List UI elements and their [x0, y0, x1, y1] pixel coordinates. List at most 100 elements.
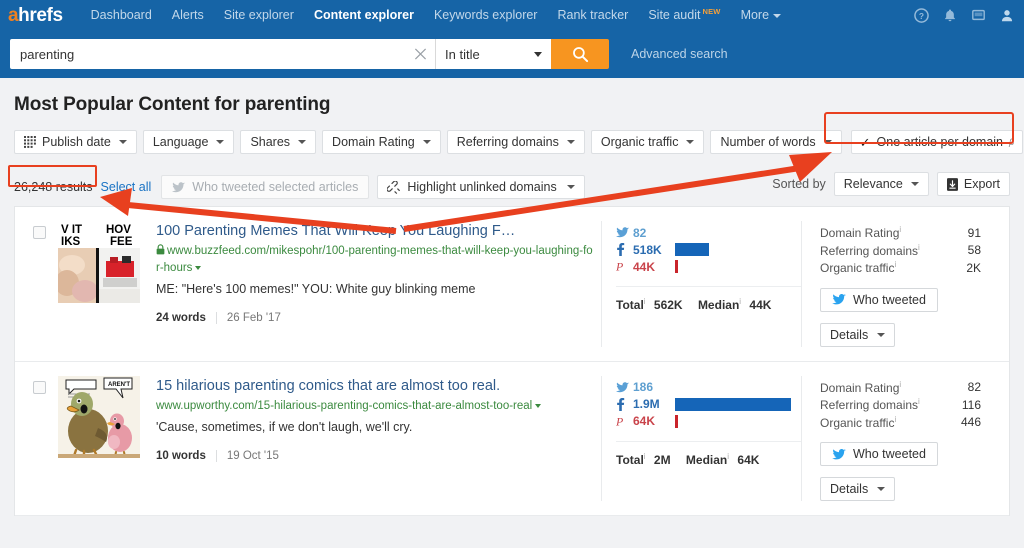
- filter-publish-date[interactable]: Publish date: [14, 130, 137, 154]
- sort-select[interactable]: Relevance: [833, 172, 929, 196]
- nav-item-site-explorer[interactable]: Site explorer: [214, 8, 304, 22]
- twitter-share-bar: [675, 226, 801, 239]
- filter-number-of-words-label: Number of words: [720, 135, 816, 149]
- facebook-icon: [616, 243, 633, 256]
- info-icon[interactable]: i: [899, 380, 901, 389]
- export-button[interactable]: Export: [936, 172, 1010, 196]
- info-icon[interactable]: i: [899, 225, 901, 234]
- filter-language-label: Language: [152, 135, 209, 149]
- nav-item-rank-tracker[interactable]: Rank tracker: [547, 8, 638, 22]
- result-url[interactable]: www.buzzfeed.com/mikespohr/100-parenting…: [156, 243, 593, 276]
- filter-domain-rating-label: Domain Rating: [332, 135, 415, 149]
- who-tweeted-button[interactable]: Who tweeted: [820, 442, 938, 466]
- filter-number-of-words[interactable]: Number of words: [710, 130, 842, 154]
- chevron-down-icon: [118, 140, 127, 144]
- chevron-down-icon[interactable]: [195, 265, 202, 270]
- chevron-down-icon: [910, 182, 919, 186]
- details-button[interactable]: Details: [820, 477, 896, 501]
- meta-divider: [215, 312, 217, 325]
- nav-item-dashboard[interactable]: Dashboard: [81, 8, 162, 22]
- info-icon[interactable]: i: [894, 415, 896, 424]
- search-input[interactable]: [10, 39, 435, 69]
- twitter-share-count: 82: [633, 225, 647, 240]
- ahrefs-logo[interactable]: ahrefs: [8, 6, 63, 25]
- one-article-per-domain-filter[interactable]: ✓ One article per domain β: [850, 130, 1024, 154]
- facebook-share-count: 1.9M: [633, 397, 660, 411]
- median-value: 44K: [749, 298, 772, 312]
- details-button[interactable]: Details: [820, 322, 896, 347]
- search-button[interactable]: [551, 39, 609, 69]
- nav-item-more[interactable]: More: [731, 8, 791, 22]
- notifications-bell-icon[interactable]: [943, 8, 957, 23]
- metric-organic-traffic: Organic traffici 2K: [820, 259, 997, 277]
- result-checkbox[interactable]: [33, 380, 46, 394]
- nav-item-content-explorer[interactable]: Content explorer: [304, 8, 424, 22]
- organic-traffic-label: Organic traffic: [820, 415, 895, 430]
- chevron-down-icon[interactable]: [535, 403, 542, 408]
- filter-referring-domains[interactable]: Referring domains: [446, 130, 585, 154]
- info-icon[interactable]: i: [918, 243, 920, 252]
- filter-organic-traffic-label: Organic traffic: [600, 135, 679, 149]
- who-tweeted-button[interactable]: Who tweeted: [820, 287, 938, 312]
- result-thumbnail[interactable]: AREN'T: [58, 375, 140, 458]
- referring-domains-value: 58: [967, 243, 981, 258]
- result-url-text: www.buzzfeed.com/mikespohr/100-parenting…: [156, 245, 593, 274]
- chevron-down-icon: [773, 13, 782, 18]
- result-title[interactable]: 100 Parenting Memes That Will Keep You L…: [156, 222, 593, 240]
- chevron-down-icon: [823, 140, 832, 144]
- result-content: 100 Parenting Memes That Will Keep You L…: [156, 221, 601, 347]
- result-url-text: www.upworthy.com/15-hilarious-parenting-…: [156, 399, 533, 412]
- result-thumbnail[interactable]: V IT HOV IKS FEE: [58, 221, 140, 303]
- svg-text:IKS: IKS: [61, 236, 81, 248]
- metric-referring-domains: Referring domainsi 58: [820, 242, 997, 260]
- toolbar-right-group: Sorted by Relevance Export: [772, 172, 1010, 196]
- results-list: V IT HOV IKS FEE 100 Parenting Memes Tha…: [14, 206, 1010, 516]
- chevron-down-icon: [686, 140, 695, 144]
- filter-shares-label: Shares: [250, 135, 291, 149]
- twitter-icon: [172, 181, 186, 192]
- filter-domain-rating[interactable]: Domain Rating: [322, 130, 441, 154]
- sort-value: Relevance: [843, 177, 903, 191]
- twitter-icon: [616, 381, 633, 393]
- referring-domains-value: 116: [961, 397, 981, 412]
- select-all-link[interactable]: Select all: [101, 180, 152, 194]
- info-icon[interactable]: i: [894, 260, 896, 269]
- messages-icon[interactable]: [971, 8, 986, 22]
- search-mode-select[interactable]: In title: [436, 39, 551, 69]
- result-url[interactable]: www.upworthy.com/15-hilarious-parenting-…: [156, 398, 593, 415]
- new-badge: NEW: [702, 7, 721, 17]
- domain-rating-value: 82: [967, 380, 981, 395]
- result-title[interactable]: 15 hilarious parenting comics that are a…: [156, 377, 593, 395]
- total-value: 2M: [653, 452, 671, 467]
- info-icon[interactable]: i: [644, 452, 646, 461]
- referring-domains-label: Referring domains: [820, 398, 919, 413]
- svg-text:AREN'T: AREN'T: [108, 382, 130, 388]
- filter-organic-traffic[interactable]: Organic traffic: [590, 130, 705, 154]
- filter-language[interactable]: Language: [142, 130, 235, 154]
- nav-item-keywords-explorer[interactable]: Keywords explorer: [424, 8, 548, 22]
- result-content: 15 hilarious parenting comics that are a…: [156, 376, 601, 502]
- metric-domain-rating: Domain Ratingi 91: [820, 224, 997, 242]
- checkmark-icon: ✓: [859, 134, 871, 150]
- info-icon[interactable]: i: [918, 397, 920, 406]
- advanced-search-link[interactable]: Advanced search: [631, 47, 728, 61]
- export-download-icon: [946, 177, 958, 191]
- info-icon[interactable]: i: [739, 297, 741, 306]
- info-icon[interactable]: i: [644, 297, 646, 306]
- filter-shares[interactable]: Shares: [240, 130, 317, 154]
- search-input-container: [10, 39, 435, 69]
- result-checkbox[interactable]: [33, 226, 46, 239]
- metric-referring-domains: Referring domainsi 116: [820, 396, 997, 414]
- who-tweeted-label: Who tweeted: [853, 447, 926, 461]
- referring-domains-label: Referring domains: [820, 243, 919, 258]
- nav-item-site-audit[interactable]: Site audit NEW: [638, 7, 730, 22]
- highlight-unlinked-domains-button[interactable]: Highlight unlinked domains: [377, 175, 585, 199]
- info-icon[interactable]: i: [727, 452, 729, 461]
- svg-text:HOV: HOV: [106, 224, 131, 236]
- metric-domain-rating: Domain Ratingi 82: [820, 379, 997, 397]
- account-avatar-icon[interactable]: [1000, 8, 1014, 23]
- clear-x-icon[interactable]: [414, 48, 427, 61]
- help-icon[interactable]: ?: [914, 7, 929, 23]
- svg-text:V IT: V IT: [61, 224, 82, 236]
- nav-item-alerts[interactable]: Alerts: [162, 8, 214, 22]
